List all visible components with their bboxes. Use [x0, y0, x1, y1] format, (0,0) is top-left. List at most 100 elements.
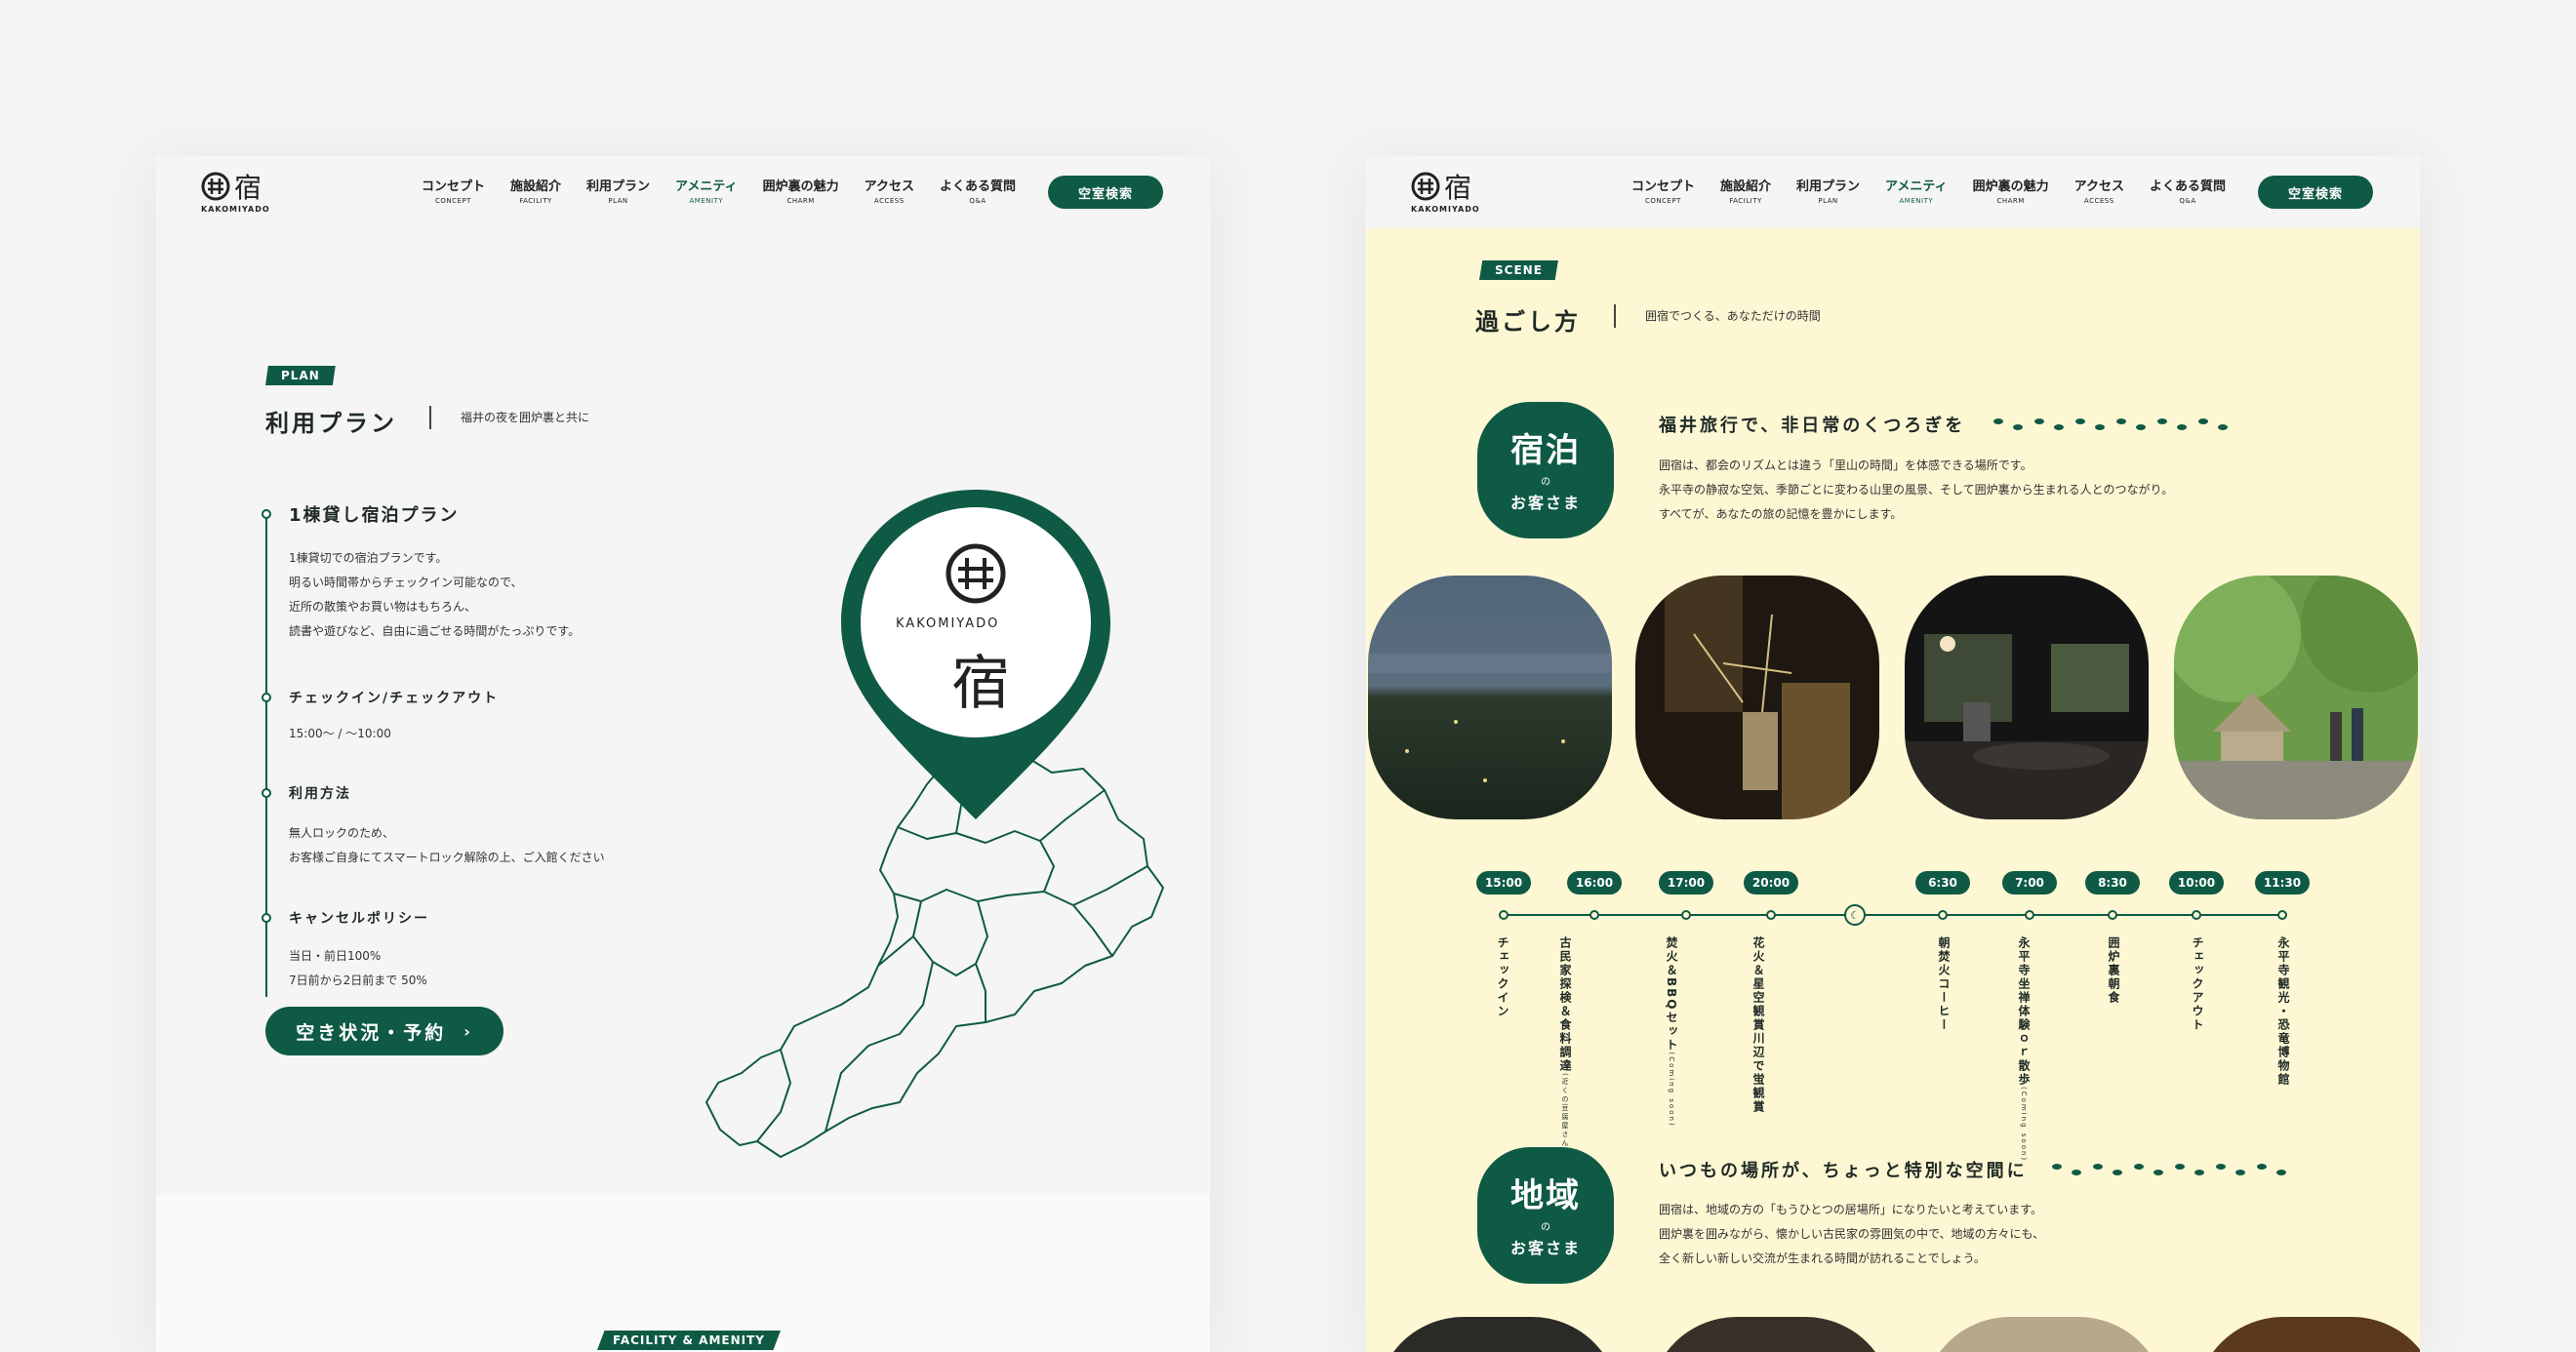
- nav-item-qa[interactable]: よくある質問 Q&A: [927, 176, 1028, 205]
- badge-no: の: [1541, 1222, 1550, 1233]
- time-pill: 15:00: [1476, 871, 1531, 895]
- text-line: 囲宿は、地域の方の「もうひとつの居場所」になりたいと考えています。: [1659, 1203, 2043, 1216]
- logo-icon: 宿: [1411, 172, 1471, 204]
- timeline-dot: [1590, 910, 1599, 920]
- nav-item-amenity[interactable]: アメニティ AMENITY: [663, 176, 750, 205]
- usage-description: 無人ロックのため、 お客様ご自身にてスマートロック解除の上、ご入館ください: [289, 821, 605, 870]
- nav-sublabel: AMENITY: [1899, 197, 1934, 205]
- text-line: 近所の散策やお買い物はもちろん、: [289, 600, 477, 614]
- nav-label: 利用プラン: [1796, 179, 1861, 194]
- photo-preview: [1922, 1317, 2166, 1352]
- activity-label: 囲炉裏朝食: [2106, 936, 2121, 1005]
- logo[interactable]: 宿 KAKOMIYADO: [201, 170, 279, 219]
- vacancy-search-button[interactable]: 空室検索: [2258, 176, 2373, 209]
- nav-item-access[interactable]: アクセス ACCESS: [852, 176, 927, 205]
- vacancy-search-button[interactable]: 空室検索: [1048, 176, 1163, 209]
- logo[interactable]: 宿 KAKOMIYADO: [1411, 170, 1489, 219]
- text-line: 永平寺の静寂な空気、季節ごとに変わる山里の風景、そして囲炉裏から生まれる人とのつ…: [1659, 483, 2174, 497]
- nav-sublabel: ACCESS: [2083, 197, 2114, 205]
- nav-item-concept[interactable]: コンセプト CONCEPT: [1619, 176, 1708, 205]
- footprints-icon: [2052, 1164, 2286, 1175]
- timeline-dot: [2025, 910, 2034, 920]
- nav-item-charm[interactable]: 囲炉裏の魅力 CHARM: [1960, 176, 2062, 205]
- activity-note: 川辺で蛍観賞: [1751, 1032, 1765, 1114]
- cta-label: 空き状況・予約: [296, 1021, 447, 1044]
- nav-item-facility[interactable]: 施設紹介 FACILITY: [498, 176, 574, 205]
- logo-icon: 宿: [201, 172, 262, 204]
- activity-main: 古民家探検＆食料調達: [1558, 936, 1572, 1073]
- nav-item-plan[interactable]: 利用プラン PLAN: [574, 176, 663, 205]
- badge-big: 宿泊: [1510, 431, 1581, 470]
- plan-description: 1棟貸切での宿泊プランです。 明るい時間帯からチェックイン可能なので、 近所の散…: [289, 546, 580, 644]
- section-title: 利用プラン: [265, 410, 397, 437]
- nav-sublabel: FACILITY: [519, 197, 552, 205]
- timeline-dot: [2192, 910, 2201, 920]
- activity-label: 永平寺坐禅体験ｏｒ散歩(Coming soon): [2016, 936, 2032, 1162]
- stay-heading: 福井旅行で、非日常のくつろぎを: [1659, 416, 1966, 436]
- cancel-heading: キャンセルポリシー: [289, 911, 429, 927]
- activity-main: 花火＆星空観賞: [1751, 936, 1765, 1032]
- timeline-dot: [262, 509, 271, 519]
- activity-label: チェックアウト: [2190, 936, 2205, 1032]
- nav-item-charm[interactable]: 囲炉裏の魅力 CHARM: [750, 176, 852, 205]
- activity-label: チェックイン: [1495, 936, 1510, 1018]
- nav-item-qa[interactable]: よくある質問 Q&A: [2137, 176, 2238, 205]
- nav-sublabel: PLAN: [1818, 197, 1838, 205]
- badge-guest: お客さま: [1509, 1239, 1581, 1257]
- fukui-map: [705, 490, 1164, 1158]
- section-subtitle: 囲宿でつくる、あなただけの時間: [1614, 304, 1821, 328]
- time-pill: 17:00: [1659, 871, 1713, 895]
- text-line: 当日・前日100%: [289, 949, 382, 963]
- nav-item-concept[interactable]: コンセプト CONCEPT: [409, 176, 498, 205]
- activity-main: 焚火＆BBQセット: [1665, 936, 1678, 1053]
- section-badge-plan: PLAN: [265, 366, 336, 385]
- nav-label: よくある質問: [939, 179, 1016, 194]
- photo-preview: [1649, 1317, 1893, 1352]
- nav-sublabel: CONCEPT: [1645, 197, 1681, 205]
- timeline-dot: [1681, 910, 1691, 920]
- text-line: 囲宿は、都会のリズムとは違う「里山の時間」を体感できる場所です。: [1659, 458, 2033, 472]
- activity-main: チェックイン: [1496, 936, 1509, 1018]
- nav-item-facility[interactable]: 施設紹介 FACILITY: [1708, 176, 1784, 205]
- navbar: 宿 KAKOMIYADO コンセプト CONCEPT 施設紹介 FACILITY 利…: [1366, 156, 2420, 228]
- activity-main: 朝焚火コーヒー: [1937, 936, 1951, 1032]
- photo-irori-room: [1905, 576, 2149, 819]
- badge-big: 地域: [1510, 1176, 1581, 1215]
- nav-sublabel: FACILITY: [1729, 197, 1762, 205]
- scene-timeline-line: [1501, 914, 2281, 916]
- section-title: 過ごし方: [1475, 308, 1581, 336]
- nav-item-access[interactable]: アクセス ACCESS: [2062, 176, 2137, 205]
- activity-main: 永平寺坐禅体験ｏｒ散歩: [2017, 936, 2031, 1087]
- time-pill: 8:30: [2085, 871, 2140, 895]
- timeline-dot: [1766, 910, 1776, 920]
- lower-section-background: [156, 1195, 1210, 1352]
- svg-text:宿: 宿: [1444, 172, 1471, 204]
- text-line: 明るい時間帯からチェックイン可能なので、: [289, 576, 523, 589]
- local-heading: いつもの場所が、ちょっと特別な空間に: [1659, 1161, 2028, 1181]
- nav-sublabel: CHARM: [1996, 197, 2025, 205]
- pin-logo-kanji: 宿: [951, 650, 1010, 718]
- photo-preview: [2195, 1317, 2420, 1352]
- stay-description: 囲宿は、都会のリズムとは違う「里山の時間」を体感できる場所です。 永平寺の静寂な…: [1659, 454, 2173, 527]
- logo-word: KAKOMIYADO: [1411, 205, 1480, 214]
- activity-label: 焚火＆BBQセット(Coming soon): [1664, 936, 1679, 1128]
- photo-firefly-field: [1368, 576, 1612, 819]
- text-line: 全く新しい新しい交流が生まれる時間が訪れることでしょう。: [1659, 1252, 1986, 1265]
- nav-item-plan[interactable]: 利用プラン PLAN: [1784, 176, 1872, 205]
- nav-label: 利用プラン: [586, 179, 651, 194]
- moon-icon: ☾: [1844, 904, 1866, 926]
- time-pill: 20:00: [1744, 871, 1798, 895]
- activity-note: (Coming soon): [1668, 1052, 1675, 1128]
- plan-timeline-line: [265, 509, 267, 997]
- nav-item-amenity[interactable]: アメニティ AMENITY: [1872, 176, 1960, 205]
- nav-label: アメニティ: [1885, 179, 1948, 194]
- timeline-dot: [1499, 910, 1509, 920]
- timeline-dot: [262, 693, 271, 702]
- time-pill: 11:30: [2255, 871, 2310, 895]
- nav-label: アクセス: [864, 179, 914, 194]
- nav-label: よくある質問: [2149, 179, 2226, 194]
- activity-main: 永平寺観光・恐竜博物館: [2276, 936, 2290, 1087]
- usage-heading: 利用方法: [289, 786, 351, 802]
- availability-reserve-button[interactable]: 空き状況・予約 ›: [265, 1007, 503, 1055]
- section-badge-scene: SCENE: [1479, 260, 1558, 280]
